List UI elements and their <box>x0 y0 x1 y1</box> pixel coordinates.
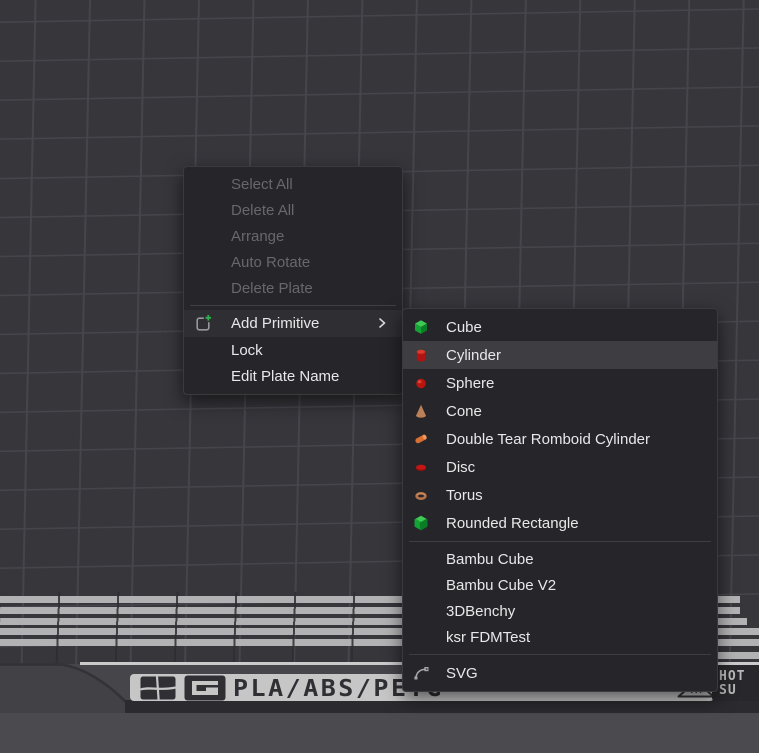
submenu-item-svg[interactable]: SVG <box>403 659 717 687</box>
cone-icon <box>413 403 429 419</box>
submenu-item-label: ksr FDMTest <box>446 629 530 646</box>
submenu-item-bambu-cube[interactable]: Bambu Cube <box>403 546 717 572</box>
plate-brand-logo-icon <box>184 675 226 701</box>
plate-window-logo-icon <box>140 676 176 700</box>
menu-item-add-primitive[interactable]: Add Primitive <box>184 310 402 337</box>
menu-item-label: Auto Rotate <box>231 254 310 271</box>
submenu-item-label: Cylinder <box>446 347 501 364</box>
submenu-item-sphere[interactable]: Sphere <box>403 369 717 397</box>
menu-item-edit-plate-name[interactable]: Edit Plate Name <box>184 363 402 390</box>
submenu-item-label: 3DBenchy <box>446 603 515 620</box>
viewport-3d[interactable]: PLA/ABS/PETG HOT SU Select All Delete Al… <box>0 0 759 753</box>
submenu-item-cube[interactable]: Cube <box>403 313 717 341</box>
plate-corner-curve <box>0 662 140 714</box>
menu-separator <box>409 541 711 542</box>
cylinder-icon <box>413 347 429 363</box>
menu-item-select-all: Select All <box>184 171 402 197</box>
submenu-item-label: SVG <box>446 665 478 682</box>
submenu-item-disc[interactable]: Disc <box>403 453 717 481</box>
menu-item-auto-rotate: Auto Rotate <box>184 249 402 275</box>
menu-separator <box>409 654 711 655</box>
submenu-item-label: Bambu Cube V2 <box>446 577 556 594</box>
svg-curve-icon <box>413 665 429 681</box>
plate-edge-shadow <box>125 700 759 713</box>
chevron-right-icon <box>376 317 388 329</box>
submenu-item-torus[interactable]: Torus <box>403 481 717 509</box>
submenu-item-bambu-cube-v2[interactable]: Bambu Cube V2 <box>403 572 717 598</box>
menu-item-label: Edit Plate Name <box>231 368 339 385</box>
submenu-item-label: Double Tear Romboid Cylinder <box>446 431 650 448</box>
disc-icon <box>413 459 429 475</box>
submenu-item-label: Rounded Rectangle <box>446 515 579 532</box>
submenu-item-rounded-rectangle[interactable]: Rounded Rectangle <box>403 509 717 537</box>
hot-surface-line2: SU <box>719 684 759 698</box>
menu-item-label: Arrange <box>231 228 284 245</box>
cube-icon <box>413 319 429 335</box>
menu-separator <box>190 305 396 306</box>
submenu-item-label: Cone <box>446 403 482 420</box>
submenu-item-cylinder[interactable]: Cylinder <box>403 341 717 369</box>
rounded-rectangle-icon <box>413 515 429 531</box>
menu-item-delete-plate: Delete Plate <box>184 275 402 301</box>
submenu-item-ksr-fdmtest[interactable]: ksr FDMTest <box>403 624 717 650</box>
menu-item-label: Delete All <box>231 202 294 219</box>
submenu-item-label: Disc <box>446 459 475 476</box>
add-primitive-icon <box>195 314 213 332</box>
submenu-item-label: Bambu Cube <box>446 551 534 568</box>
submenu-item-3dbenchy[interactable]: 3DBenchy <box>403 598 717 624</box>
submenu-item-label: Sphere <box>446 375 494 392</box>
menu-item-label: Select All <box>231 176 293 193</box>
submenu-item-label: Torus <box>446 487 483 504</box>
context-menu: Select All Delete All Arrange Auto Rotat… <box>183 166 403 395</box>
hot-surface-line1: HOT <box>719 670 759 684</box>
submenu-item-double-tear-romboid-cylinder[interactable]: Double Tear Romboid Cylinder <box>403 425 717 453</box>
romboid-cylinder-icon <box>413 431 429 447</box>
hot-surface-warning-text: HOT SU <box>712 665 759 701</box>
submenu-item-label: Cube <box>446 319 482 336</box>
menu-item-label: Lock <box>231 342 263 359</box>
torus-icon <box>413 487 429 503</box>
add-primitive-submenu: Cube Cylinder Sphere <box>402 308 718 692</box>
submenu-item-cone[interactable]: Cone <box>403 397 717 425</box>
menu-item-label: Add Primitive <box>231 315 319 332</box>
menu-item-delete-all: Delete All <box>184 197 402 223</box>
plate-front-face <box>0 713 759 753</box>
menu-item-label: Delete Plate <box>231 280 313 297</box>
menu-item-lock[interactable]: Lock <box>184 337 402 364</box>
sphere-icon <box>413 375 429 391</box>
menu-item-arrange: Arrange <box>184 223 402 249</box>
